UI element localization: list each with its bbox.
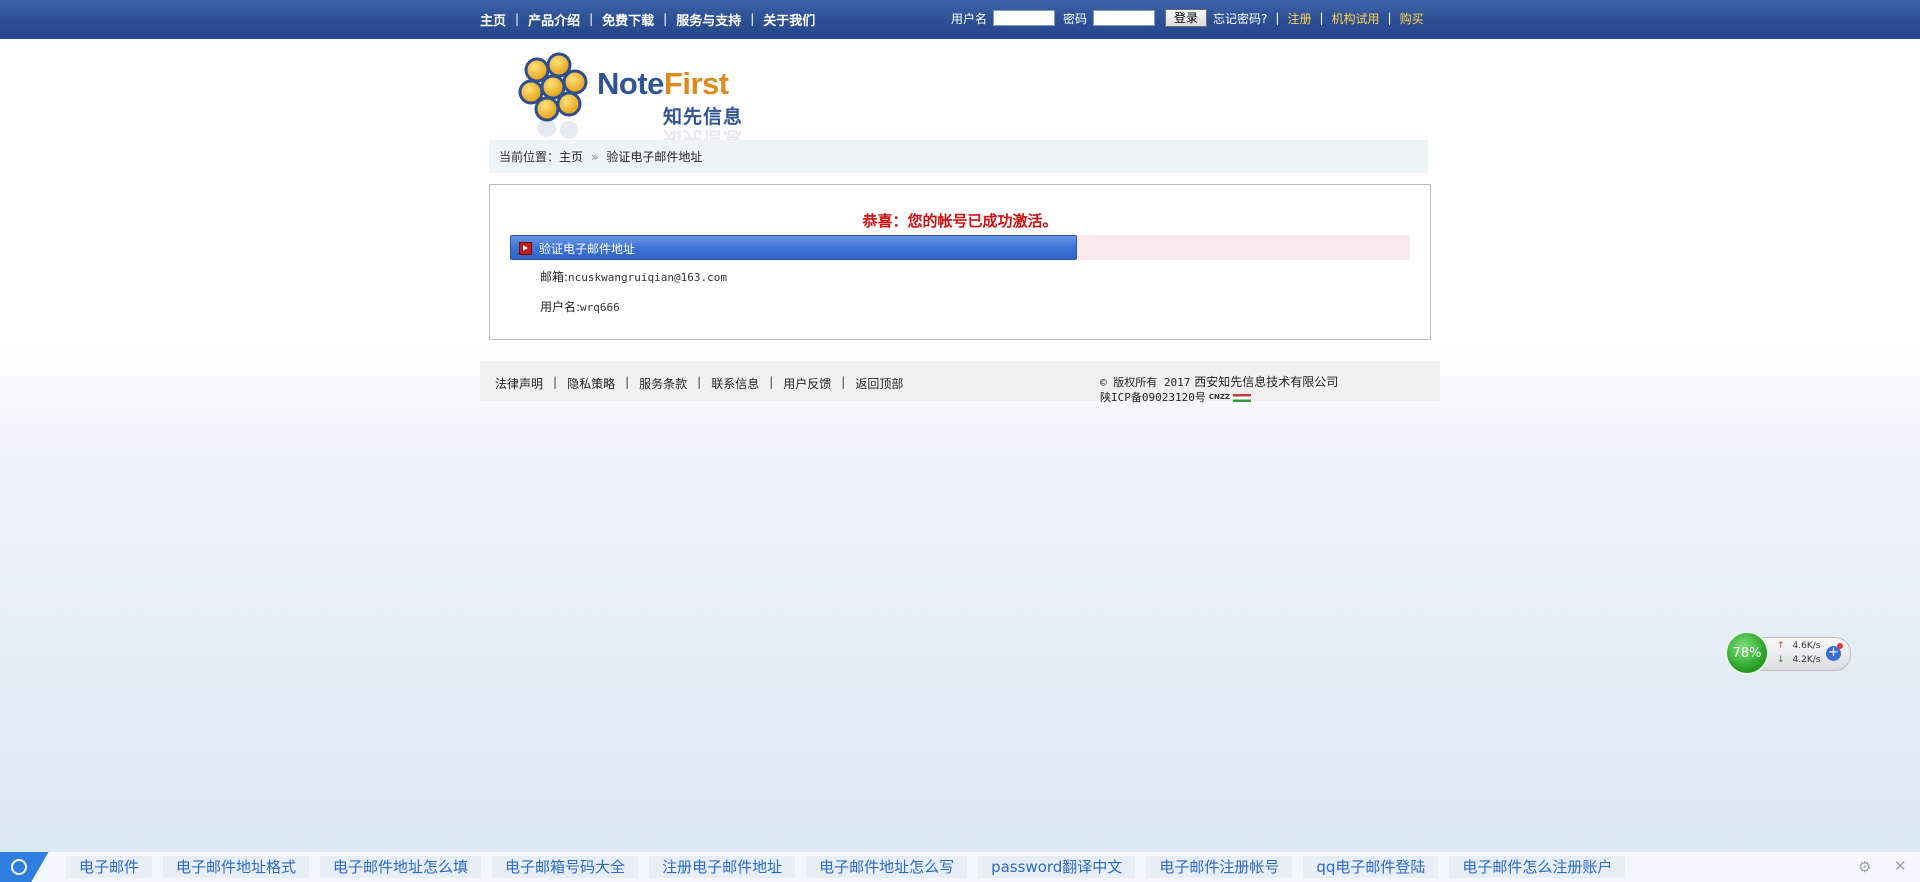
bottom-search-bar: 电子邮件 电子邮件地址格式 电子邮件地址怎么填 电子邮箱号码大全 注册电子邮件地… — [0, 851, 1920, 882]
email-label: 邮箱: — [540, 270, 569, 284]
breadcrumb-separator: » — [591, 149, 599, 164]
footer-separator: | — [553, 375, 558, 389]
username-row: 用户名:wrq666 — [540, 298, 620, 315]
nav-support[interactable]: 服务与支持 — [676, 10, 741, 29]
search-chip[interactable]: 电子邮件地址怎么写 — [806, 856, 968, 878]
footer-links: 法律声明 | 隐私策略 | 服务条款 | 联系信息 | 用户反馈 | 返回顶部 — [495, 375, 903, 392]
progress-track: 验证电子邮件地址 — [510, 235, 1410, 260]
username-input[interactable] — [993, 10, 1056, 26]
stats-flag-icon — [1233, 393, 1252, 402]
register-link[interactable]: 注册 — [1287, 10, 1311, 27]
footer-link-top[interactable]: 返回顶部 — [855, 375, 903, 392]
logo-wordmark: NoteFirst — [597, 66, 729, 101]
notefirst-logo[interactable]: NoteFirst 知先信息 知先信息 — [515, 50, 755, 149]
footer-link-contact[interactable]: 联系信息 — [711, 375, 759, 392]
progress-label: 验证电子邮件地址 — [539, 242, 636, 256]
username-label: 用户名 — [951, 11, 988, 26]
username-info-label: 用户名: — [540, 300, 581, 314]
login-separator: | — [1319, 11, 1324, 25]
play-icon — [519, 242, 532, 255]
download-speed: ↓ 4.2K/s — [1777, 655, 1821, 665]
copyright-block: © 版权所有 2017 西安知先信息技术有限公司 陕ICP备09023120号 C… — [1100, 375, 1338, 405]
search-chip[interactable]: 电子邮箱号码大全 — [492, 856, 639, 878]
forgot-password-link[interactable]: 忘记密码? — [1213, 10, 1267, 27]
footer-link-privacy[interactable]: 隐私策略 — [567, 375, 615, 392]
footer-separator: | — [697, 375, 702, 389]
nav-products[interactable]: 产品介绍 — [528, 10, 580, 29]
password-label: 密码 — [1063, 11, 1088, 26]
buy-link[interactable]: 购买 — [1400, 10, 1424, 27]
network-speed-widget[interactable]: 78% ↑ 4.6K/s ↓ 4.2K/s + — [1725, 631, 1851, 675]
logo-chinese-name: 知先信息 — [663, 106, 744, 128]
nav-separator: | — [750, 12, 755, 26]
password-input[interactable] — [1093, 10, 1156, 26]
nav-separator: | — [515, 12, 520, 26]
search-chip[interactable]: password翻译中文 — [978, 856, 1136, 878]
company-name: 西安知先信息技术有限公司 — [1194, 375, 1339, 389]
upload-arrow-icon: ↑ — [1777, 641, 1785, 651]
breadcrumb: 当前位置： 主页 » 验证电子邮件地址 — [489, 140, 1428, 173]
trial-link[interactable]: 机构试用 — [1332, 10, 1380, 27]
footer-link-legal[interactable]: 法律声明 — [495, 375, 543, 392]
email-value: ncuskwangruiqian@163.com — [568, 271, 727, 284]
progress-fill: 验证电子邮件地址 — [510, 235, 1077, 260]
login-separator: | — [1275, 11, 1280, 25]
login-form: 用户名 密码 登录 忘记密码? | 注册 | 机构试用 | 购买 — [951, 9, 1424, 27]
upload-speed: ↑ 4.6K/s — [1777, 641, 1821, 651]
login-separator: | — [1387, 11, 1392, 25]
search-chip[interactable]: 电子邮件地址怎么填 — [320, 856, 482, 878]
search-chip[interactable]: 电子邮件怎么注册账户 — [1449, 856, 1626, 878]
main-nav: 主页 | 产品介绍 | 免费下载 | 服务与支持 | 关于我们 — [480, 10, 815, 29]
nav-about[interactable]: 关于我们 — [763, 10, 815, 29]
top-bar: 主页 | 产品介绍 | 免费下载 | 服务与支持 | 关于我们 用户名 密码 登… — [0, 0, 1920, 39]
activation-panel: 恭喜：您的帐号已成功激活。 验证电子邮件地址 邮箱:ncuskwangruiqi… — [489, 184, 1431, 340]
footer-link-terms[interactable]: 服务条款 — [639, 375, 687, 392]
nav-separator: | — [663, 12, 668, 26]
email-row: 邮箱:ncuskwangruiqian@163.com — [540, 268, 727, 285]
search-chip[interactable]: qq电子邮件登陆 — [1303, 856, 1439, 878]
search-chip[interactable]: 电子邮件地址格式 — [163, 856, 310, 878]
close-icon[interactable]: ✕ — [1894, 857, 1907, 875]
cnzz-badge[interactable]: CNZZ — [1209, 390, 1230, 405]
search-chip[interactable]: 注册电子邮件地址 — [649, 856, 796, 878]
nav-separator: | — [589, 12, 594, 26]
success-message: 恭喜：您的帐号已成功激活。 — [862, 212, 1058, 230]
notification-dot — [1837, 643, 1843, 649]
gear-icon[interactable]: ⚙ — [1858, 858, 1871, 876]
copyright-prefix: © 版权所有 2017 — [1100, 376, 1191, 389]
nav-home[interactable]: 主页 — [480, 10, 506, 29]
login-button[interactable]: 登录 — [1165, 9, 1208, 27]
username-value: wrq666 — [580, 301, 620, 314]
breadcrumb-prefix: 当前位置： — [499, 150, 560, 164]
nav-downloads[interactable]: 免费下载 — [602, 10, 654, 29]
search-suggestions: 电子邮件 电子邮件地址格式 电子邮件地址怎么填 电子邮箱号码大全 注册电子邮件地… — [66, 856, 1636, 878]
footer-separator: | — [841, 375, 846, 389]
icp-number[interactable]: 陕ICP备09023120号 — [1100, 391, 1206, 404]
footer-separator: | — [625, 375, 630, 389]
search-logo-icon[interactable] — [0, 852, 52, 882]
breadcrumb-current: 验证电子邮件地址 — [606, 150, 703, 164]
memory-usage-ball[interactable]: 78% — [1725, 631, 1769, 675]
footer-separator: | — [769, 375, 774, 389]
honeycomb-icon — [518, 52, 588, 139]
footer-link-feedback[interactable]: 用户反馈 — [783, 375, 831, 392]
footer: 法律声明 | 隐私策略 | 服务条款 | 联系信息 | 用户反馈 | 返回顶部 … — [480, 361, 1440, 404]
breadcrumb-home-link[interactable]: 主页 — [559, 148, 583, 165]
search-chip[interactable]: 电子邮件 — [66, 856, 153, 878]
download-arrow-icon: ↓ — [1777, 655, 1785, 665]
search-chip[interactable]: 电子邮件注册帐号 — [1146, 856, 1293, 878]
